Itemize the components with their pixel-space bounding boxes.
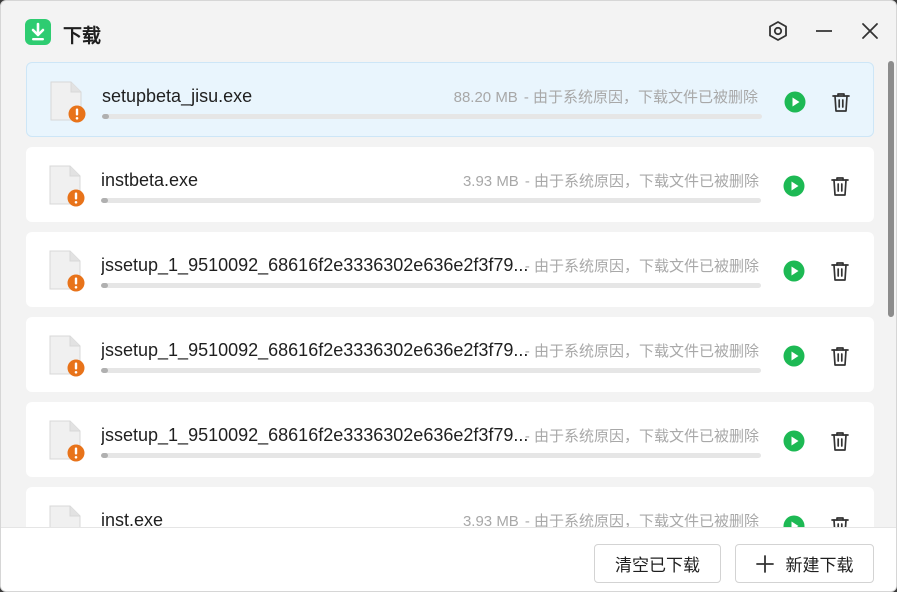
trash-icon[interactable] xyxy=(829,175,851,197)
download-item[interactable]: jssetup_1_9510092_68616f2e3336302e636e2f… xyxy=(26,402,874,477)
trash-icon[interactable] xyxy=(829,260,851,282)
download-item[interactable]: instbeta.exe 3.93 MB - 由于系统原因，下载文件已被删除 xyxy=(26,147,874,222)
download-window: 下载 setupbeta_jisu.exe 88.20 MB- 由于系统原因， xyxy=(0,0,897,592)
file-status: - 由于系统原因，下载文件已被删除 xyxy=(519,255,759,276)
file-status: 3.93 MB - 由于系统原因，下载文件已被删除 xyxy=(463,510,759,527)
download-arrow-icon xyxy=(25,19,51,45)
file-name: inst.exe xyxy=(101,510,164,527)
status-message: - 由于系统原因，下载文件已被删除 xyxy=(524,343,759,360)
file-name: jssetup_1_9510092_68616f2e3336302e636e2f… xyxy=(101,340,529,360)
status-message: - 由于系统原因，下载文件已被删除 xyxy=(523,89,758,106)
file-error-icon xyxy=(48,505,86,527)
file-error-icon xyxy=(48,420,86,462)
progress-bar xyxy=(101,198,761,203)
file-size: 88.20 MB xyxy=(453,89,518,106)
title-bar: 下载 xyxy=(1,1,896,61)
status-message: - 由于系统原因，下载文件已被删除 xyxy=(524,428,759,445)
play-icon[interactable] xyxy=(783,175,805,197)
progress-fill xyxy=(101,453,108,458)
file-status: 3.93 MB - 由于系统原因，下载文件已被删除 xyxy=(463,170,759,191)
download-item[interactable]: jssetup_1_9510092_68616f2e3336302e636e2f… xyxy=(26,232,874,307)
file-status: - 由于系统原因，下载文件已被删除 xyxy=(519,425,759,446)
window-title: 下载 xyxy=(63,26,102,47)
trash-icon[interactable] xyxy=(829,515,851,527)
status-message: - 由于系统原因，下载文件已被删除 xyxy=(524,258,759,275)
clear-downloaded-label: 清空已下载 xyxy=(615,556,700,575)
scrollbar-thumb[interactable] xyxy=(888,61,894,317)
download-item[interactable]: inst.exe 3.93 MB - 由于系统原因，下载文件已被删除 xyxy=(26,487,874,527)
download-item[interactable]: setupbeta_jisu.exe 88.20 MB - 由于系统原因，下载文件… xyxy=(26,62,874,137)
trash-icon[interactable] xyxy=(830,91,852,113)
play-icon[interactable] xyxy=(784,91,806,113)
file-error-icon xyxy=(48,165,86,207)
status-message: - 由于系统原因，下载文件已被删除 xyxy=(524,513,759,527)
file-status: - 由于系统原因，下载文件已被删除 xyxy=(519,340,759,361)
plus-icon xyxy=(755,554,774,573)
progress-bar xyxy=(102,114,762,119)
new-download-button[interactable]: 新建下载 xyxy=(735,544,874,583)
file-name: jssetup_1_9510092_68616f2e3336302e636e2f… xyxy=(101,255,529,275)
file-error-icon xyxy=(49,81,87,123)
file-status: 88.20 MB - 由于系统原因，下载文件已被删除 xyxy=(454,86,758,107)
close-icon[interactable] xyxy=(858,19,882,43)
status-message: - 由于系统原因，下载文件已被删除 xyxy=(524,173,759,190)
progress-bar xyxy=(101,283,761,288)
progress-fill xyxy=(102,114,109,119)
new-download-label: 新建下载 xyxy=(785,556,854,575)
download-item[interactable]: jssetup_1_9510092_68616f2e3336302e636e2f… xyxy=(26,317,874,392)
file-error-icon xyxy=(48,250,86,292)
file-name: setupbeta_jisu.exe xyxy=(102,86,253,106)
play-icon[interactable] xyxy=(783,260,805,282)
clear-downloaded-button[interactable]: 清空已下载 xyxy=(594,544,721,583)
file-size: 3.93 MB xyxy=(462,513,519,527)
file-error-icon xyxy=(48,335,86,377)
minimize-icon[interactable] xyxy=(812,19,836,43)
progress-bar xyxy=(101,368,761,373)
play-icon[interactable] xyxy=(783,515,805,527)
settings-icon[interactable] xyxy=(766,19,790,43)
progress-fill xyxy=(101,198,108,203)
play-icon[interactable] xyxy=(783,345,805,367)
play-icon[interactable] xyxy=(783,430,805,452)
progress-fill xyxy=(101,283,108,288)
file-name: instbeta.exe xyxy=(101,170,199,190)
file-name: jssetup_1_9510092_68616f2e3336302e636e2f… xyxy=(101,425,529,445)
trash-icon[interactable] xyxy=(829,345,851,367)
file-size: 3.93 MB xyxy=(462,173,519,190)
footer: 清空已下载 新建下载 xyxy=(1,527,896,591)
trash-icon[interactable] xyxy=(829,430,851,452)
download-list[interactable]: setupbeta_jisu.exe 88.20 MB - 由于系统原因，下载文件… xyxy=(1,61,896,527)
progress-bar xyxy=(101,453,761,458)
progress-fill xyxy=(101,368,108,373)
